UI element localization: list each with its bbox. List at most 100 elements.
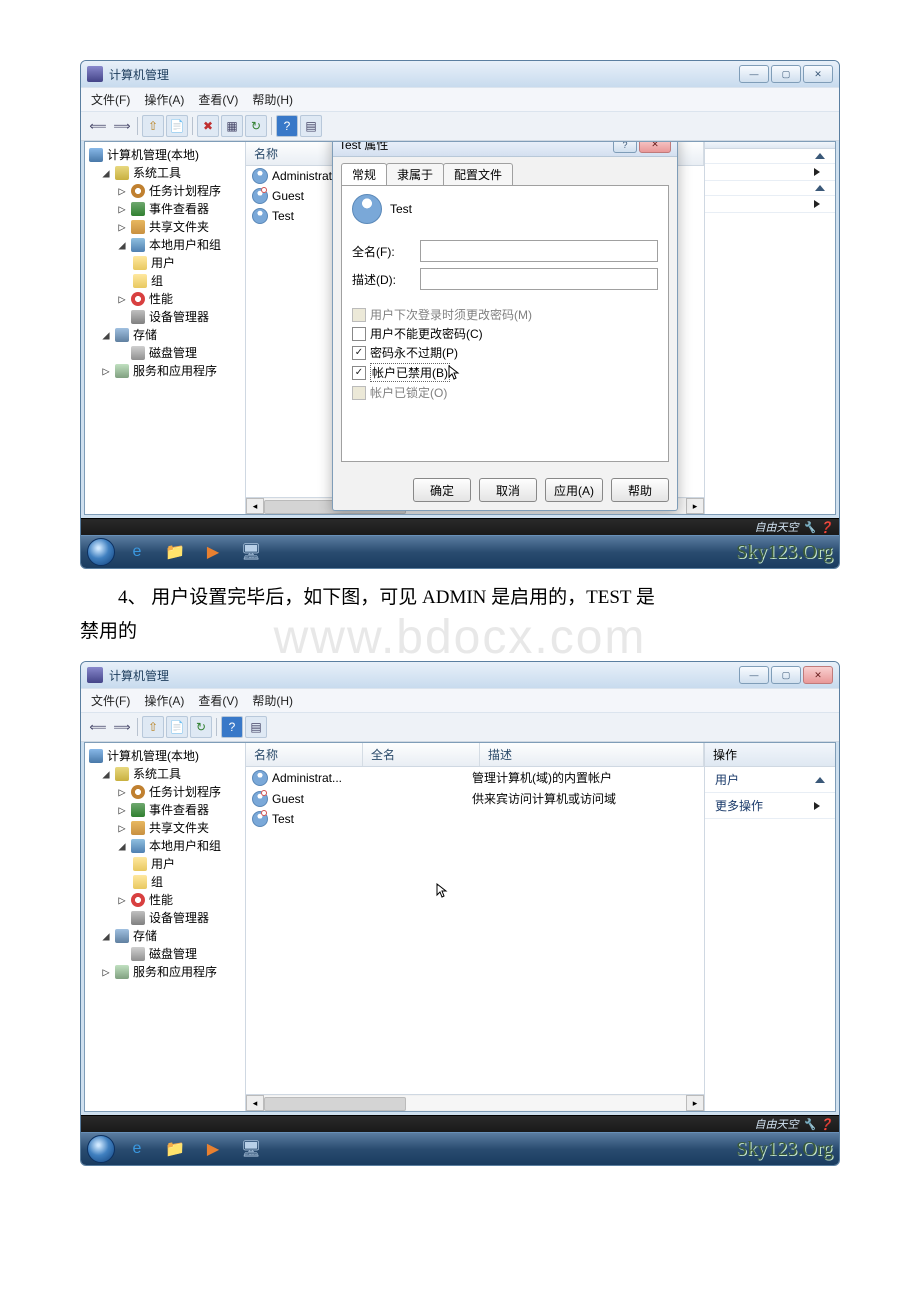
tree-services-apps[interactable]: ▷服务和应用程序 (99, 362, 243, 380)
close-button-window[interactable]: ✕ (803, 666, 833, 684)
fullname-input[interactable] (420, 240, 658, 262)
properties-button[interactable]: 📄 (166, 716, 188, 738)
tab-memberof[interactable]: 隶属于 (386, 163, 444, 185)
tree-shared-folders[interactable]: ▷共享文件夹 (115, 819, 243, 837)
tree-root[interactable]: 计算机管理(本地) (87, 146, 243, 164)
properties-button[interactable]: 📄 (166, 115, 188, 137)
back-button[interactable]: ⟸ (87, 115, 109, 137)
action-more[interactable]: 更多操作 (705, 793, 835, 819)
col-name[interactable]: 名称 (246, 743, 363, 766)
back-button[interactable]: ⟸ (87, 716, 109, 738)
description-input[interactable] (420, 268, 658, 290)
taskbar-ie-icon[interactable]: e (121, 1137, 153, 1161)
taskbar-computer-icon[interactable]: 🖥 (235, 1137, 267, 1161)
menu-help[interactable]: 帮助(H) (252, 692, 293, 709)
tree-groups-folder[interactable]: 组 (131, 873, 243, 891)
checkbox-cannot-change[interactable] (352, 327, 366, 341)
tab-profile[interactable]: 配置文件 (443, 163, 513, 185)
tree-task-scheduler[interactable]: ▷任务计划程序 (115, 783, 243, 801)
maximize-button[interactable]: ▢ (771, 666, 801, 684)
tree-event-viewer[interactable]: ▷事件查看器 (115, 200, 243, 218)
help-button[interactable]: ? (221, 716, 243, 738)
taskbar-explorer-icon[interactable]: 📁 (159, 1137, 191, 1161)
list-button[interactable]: ▤ (300, 115, 322, 137)
taskbar-explorer-icon[interactable]: 📁 (159, 540, 191, 564)
tree-root[interactable]: 计算机管理(本地) (87, 747, 243, 765)
action-users[interactable]: 用户 (705, 767, 835, 793)
tree-performance[interactable]: ▷性能 (115, 290, 243, 308)
minimize-button[interactable]: — (739, 65, 769, 83)
tree-storage[interactable]: ◢存储 (99, 326, 243, 344)
tree-groups-folder[interactable]: 组 (131, 272, 243, 290)
computer-icon (89, 749, 103, 763)
window-titlebar[interactable]: 计算机管理 — ▢ ✕ (81, 61, 839, 87)
col-fullname[interactable]: 全名 (363, 743, 480, 766)
menu-view[interactable]: 查看(V) (198, 692, 238, 709)
user-row-test[interactable]: Test (246, 809, 704, 829)
maximize-button[interactable]: ▢ (771, 65, 801, 83)
tree-performance[interactable]: ▷性能 (115, 891, 243, 909)
tree-local-users[interactable]: ◢本地用户和组 (115, 236, 243, 254)
tree-disk-mgmt[interactable]: 磁盘管理 (115, 344, 243, 362)
tree-device-manager[interactable]: 设备管理器 (115, 909, 243, 927)
taskbar-ie-icon[interactable]: e (121, 540, 153, 564)
taskbar-media-icon[interactable]: ▶ (197, 1137, 229, 1161)
menu-file[interactable]: 文件(F) (91, 692, 130, 709)
dialog-help-btn[interactable]: 帮助 (611, 478, 669, 502)
user-row-admin[interactable]: Administrat... 管理计算机(域)的内置帐户 (246, 767, 704, 788)
window-titlebar[interactable]: 计算机管理 — ▢ ✕ (81, 662, 839, 688)
tree-services-apps[interactable]: ▷服务和应用程序 (99, 963, 243, 981)
action-collapse-1[interactable] (705, 149, 835, 164)
help-button[interactable]: ? (276, 115, 298, 137)
action-collapse-2[interactable] (705, 181, 835, 196)
tree-shared-folders[interactable]: ▷共享文件夹 (115, 218, 243, 236)
dialog-close-button[interactable]: ✕ (639, 142, 671, 153)
tree-disk-mgmt[interactable]: 磁盘管理 (115, 945, 243, 963)
start-button[interactable] (87, 1135, 115, 1163)
tree-users-folder[interactable]: 用户 (131, 254, 243, 272)
forward-button[interactable]: ⟹ (111, 716, 133, 738)
action-expand-2[interactable] (705, 196, 835, 213)
taskbar-media-icon[interactable]: ▶ (197, 540, 229, 564)
ok-button[interactable]: 确定 (413, 478, 471, 502)
action-expand-1[interactable] (705, 164, 835, 181)
tree-storage[interactable]: ◢存储 (99, 927, 243, 945)
user-row-guest[interactable]: Guest 供来宾访问计算机或访问域 (246, 788, 704, 809)
start-button[interactable] (87, 538, 115, 566)
user-icon (252, 208, 268, 224)
dialog-titlebar[interactable]: Test 属性 ? ✕ (333, 142, 677, 157)
menu-help[interactable]: 帮助(H) (252, 91, 293, 108)
toolbar: ⟸ ⟹ ⇧ 📄 ↻ ? ▤ (81, 713, 839, 742)
menu-action[interactable]: 操作(A) (144, 692, 184, 709)
menu-view[interactable]: 查看(V) (198, 91, 238, 108)
minimize-button[interactable]: — (739, 666, 769, 684)
tree-users-folder[interactable]: 用户 (131, 855, 243, 873)
dialog-help-button[interactable]: ? (613, 142, 637, 153)
col-description[interactable]: 描述 (480, 743, 704, 766)
refresh-button[interactable]: ↻ (190, 716, 212, 738)
tree-event-viewer[interactable]: ▷事件查看器 (115, 801, 243, 819)
horizontal-scrollbar[interactable]: ◂▸ (246, 1094, 704, 1111)
tab-general[interactable]: 常规 (341, 163, 387, 185)
close-button-window[interactable]: ✕ (803, 65, 833, 83)
tree-device-manager[interactable]: 设备管理器 (115, 308, 243, 326)
menu-file[interactable]: 文件(F) (91, 91, 130, 108)
taskbar-computer-icon[interactable]: 🖥 (235, 540, 267, 564)
menu-bar: 文件(F) 操作(A) 查看(V) 帮助(H) (81, 688, 839, 713)
apply-button[interactable]: 应用(A) (545, 478, 603, 502)
up-button[interactable]: ⇧ (142, 716, 164, 738)
refresh-button[interactable]: ↻ (245, 115, 267, 137)
cancel-button[interactable]: 取消 (479, 478, 537, 502)
up-button[interactable]: ⇧ (142, 115, 164, 137)
list-button[interactable]: ▤ (245, 716, 267, 738)
delete-button[interactable]: ✖ (197, 115, 219, 137)
menu-action[interactable]: 操作(A) (144, 91, 184, 108)
tree-system-tools[interactable]: ◢系统工具 (99, 164, 243, 182)
tree-local-users[interactable]: ◢本地用户和组 (115, 837, 243, 855)
checkbox-account-disabled[interactable] (352, 366, 366, 380)
checkbox-never-expire[interactable] (352, 346, 366, 360)
forward-button[interactable]: ⟹ (111, 115, 133, 137)
tree-task-scheduler[interactable]: ▷任务计划程序 (115, 182, 243, 200)
tree-system-tools[interactable]: ◢系统工具 (99, 765, 243, 783)
export-button[interactable]: ▦ (221, 115, 243, 137)
